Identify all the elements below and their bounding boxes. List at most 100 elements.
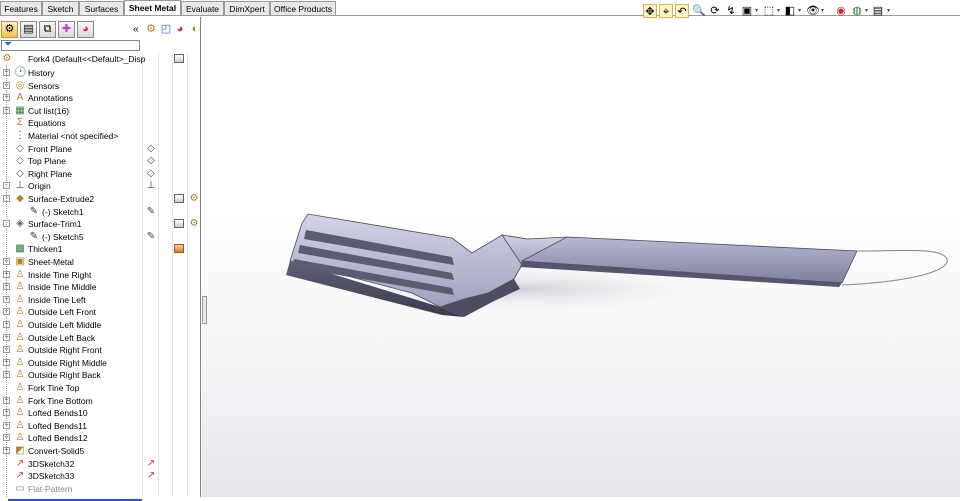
- appearance-swatch[interactable]: [173, 193, 185, 205]
- tree-item[interactable]: Σ Equations: [0, 117, 200, 129]
- tree-item[interactable]: ▭ Flat-Pattern: [0, 483, 200, 495]
- hide-show-items-icon[interactable]: 👁: [806, 4, 820, 18]
- apply-scene-icon[interactable]: ◍: [850, 4, 864, 18]
- lofted-bend-icon: ♙: [15, 319, 25, 330]
- tree-item[interactable]: + ♙ Outside Left Front: [0, 306, 200, 318]
- tree-item[interactable]: + ♙ Fork Tine Bottom: [0, 395, 200, 407]
- 3d-sketch-icon: ↗: [15, 457, 25, 469]
- tree-item[interactable]: + ♙ Outside Right Front: [0, 344, 200, 356]
- tree-item[interactable]: ↗ 3DSketch33 ↗: [0, 470, 200, 482]
- cut-list-icon: ▦: [15, 104, 25, 116]
- plane-icon: ◇: [16, 155, 24, 167]
- lofted-bend-icon: ♙: [15, 306, 25, 318]
- tree-item[interactable]: + ▣ Sheet-Metal: [0, 256, 200, 268]
- configuration-manager-tab-icon[interactable]: ⧉: [39, 21, 56, 38]
- thicken-icon: ▩: [15, 243, 25, 255]
- tab-evaluate[interactable]: Evaluate: [181, 1, 224, 15]
- tree-item[interactable]: ↗ 3DSketch32 ↗: [0, 458, 200, 470]
- tree-item[interactable]: ▩ Thicken1: [0, 243, 200, 255]
- tree-item-label: Lofted Bends10: [28, 408, 88, 419]
- dimxpert-manager-tab-icon[interactable]: ✚: [58, 21, 75, 38]
- chevron-down-icon[interactable]: ▾: [865, 7, 868, 14]
- sheet-metal-icon: ▣: [15, 256, 25, 267]
- zoom-icon[interactable]: 🔍: [692, 4, 706, 18]
- lofted-bend-icon: ♙: [15, 407, 25, 419]
- appearance-column-icon[interactable]: ◰: [159, 22, 173, 36]
- lofted-bend-icon: ♙: [15, 268, 25, 280]
- tree-item-label: Surface-Extrude2: [28, 194, 95, 204]
- tree-item[interactable]: ✎ (-) Sketch5 ✎: [0, 231, 200, 243]
- panel-tabs: ⚙ ▤ ⧉ ✚ ◕ « ⚙ ◰ ◕ ◐: [0, 21, 200, 39]
- tree-item[interactable]: + ♙ Outside Right Back: [0, 369, 200, 381]
- collapse-panel-button[interactable]: «: [133, 24, 139, 35]
- lofted-bend-icon: ♙: [15, 394, 25, 406]
- section-view-icon[interactable]: ↯: [724, 4, 738, 18]
- tree-item-label: Convert-Solid5: [28, 446, 85, 456]
- tree-item[interactable]: + ♙ Outside Left Middle: [0, 319, 200, 331]
- tree-item[interactable]: ◇ Top Plane ◇: [0, 155, 200, 167]
- display-style-icon[interactable]: ◧: [783, 4, 797, 18]
- tree-item[interactable]: - ◆ Surface-Extrude2 ⚙: [0, 193, 200, 205]
- tree-item[interactable]: ◇ Front Plane ◇: [0, 143, 200, 155]
- rotate-view-icon[interactable]: ⟳: [708, 4, 722, 18]
- graphics-viewport[interactable]: [202, 17, 960, 497]
- tree-item[interactable]: + ♙ Lofted Bends10: [0, 407, 200, 419]
- zoom-to-area-icon[interactable]: ⌖: [659, 4, 673, 18]
- lofted-bend-icon: ♙: [15, 356, 25, 368]
- tree-item-label: Fork Tine Top: [28, 383, 80, 393]
- chevron-down-icon[interactable]: ▾: [798, 7, 801, 14]
- tree-item[interactable]: - ◈ Surface-Trim1 ⚙: [0, 218, 200, 230]
- tab-office-products[interactable]: Office Products: [270, 1, 336, 15]
- tree-item[interactable]: ◇ Right Plane ◇: [0, 168, 200, 180]
- tree-item[interactable]: ✎ (-) Sketch1 ✎: [0, 206, 200, 218]
- chevron-down-icon[interactable]: ▾: [755, 7, 758, 14]
- tree-item[interactable]: + ◩ Convert-Solid5: [0, 445, 200, 457]
- tab-sheet-metal[interactable]: Sheet Metal: [124, 0, 181, 16]
- tab-dimxpert[interactable]: DimXpert: [224, 1, 270, 15]
- tree-item[interactable]: + ♙ Lofted Bends11: [0, 420, 200, 432]
- view-settings-icon[interactable]: ▤: [871, 4, 885, 18]
- tree-item[interactable]: + 🕑 History: [0, 67, 200, 79]
- origin-icon: ⊥: [146, 180, 156, 192]
- tree-item[interactable]: + ▦ Cut list(16): [0, 105, 200, 117]
- tab-surfaces[interactable]: Surfaces: [79, 1, 124, 15]
- previous-view-icon[interactable]: ↶: [675, 4, 689, 18]
- tree-item[interactable]: + ♙ Outside Right Middle: [0, 357, 200, 369]
- tree-item[interactable]: + ♙ Inside Tine Right: [0, 269, 200, 281]
- property-manager-tab-icon[interactable]: ▤: [20, 21, 37, 38]
- history-icon: 🕑: [14, 67, 27, 78]
- feature-manager-tab-icon[interactable]: ⚙: [1, 21, 18, 38]
- appearance-swatch[interactable]: [173, 53, 185, 65]
- appearance-swatch[interactable]: [173, 218, 185, 230]
- material-column-icon[interactable]: ◐: [188, 22, 202, 36]
- zoom-to-fit-icon[interactable]: ✥: [643, 4, 657, 18]
- tab-features[interactable]: Features: [0, 1, 42, 15]
- panel-splitter[interactable]: [202, 296, 207, 324]
- edit-appearance-icon[interactable]: ◉: [834, 4, 848, 18]
- dynamic-annotation-icon[interactable]: ▣: [740, 4, 754, 18]
- display-manager-tab-icon[interactable]: ◕: [77, 21, 94, 38]
- chevron-down-icon[interactable]: ▾: [777, 7, 780, 14]
- chevron-down-icon[interactable]: ▾: [887, 7, 890, 14]
- tree-item[interactable]: ♙ Fork Tine Top: [0, 382, 200, 394]
- appearance-swatch[interactable]: [173, 243, 185, 255]
- tree-item-label: Right Plane: [28, 168, 72, 179]
- tree-item-label: Cut list(16): [28, 105, 70, 116]
- equations-icon: Σ: [16, 117, 24, 129]
- scene-column-icon[interactable]: ◕: [173, 22, 187, 36]
- tree-item[interactable]: + ◎ Sensors: [0, 80, 200, 92]
- tree-item[interactable]: + A Annotations: [0, 92, 200, 104]
- feature-filter-input[interactable]: ⏷: [1, 39, 140, 51]
- tree-item[interactable]: + ♙ Inside Tine Left: [0, 294, 200, 306]
- view-orientation-icon[interactable]: ⬚: [762, 4, 776, 18]
- tree-root-part[interactable]: ⚙ Fork4 (Default<<Default>_Disp: [0, 53, 200, 65]
- tree-item[interactable]: ⋮ Material <not specified>: [0, 130, 200, 142]
- tab-sketch[interactable]: Sketch: [42, 1, 79, 15]
- tree-item[interactable]: + ♙ Inside Tine Middle: [0, 281, 200, 293]
- chevron-down-icon[interactable]: ▾: [821, 7, 824, 14]
- tree-item[interactable]: + ♙ Outside Left Back: [0, 332, 200, 344]
- tree-item-label: Surface-Trim1: [28, 219, 82, 230]
- tree-item[interactable]: + ♙ Lofted Bends12: [0, 432, 200, 444]
- tree-item[interactable]: - ⊥ Origin ⊥: [0, 180, 200, 192]
- display-column-icon[interactable]: ⚙: [144, 22, 158, 36]
